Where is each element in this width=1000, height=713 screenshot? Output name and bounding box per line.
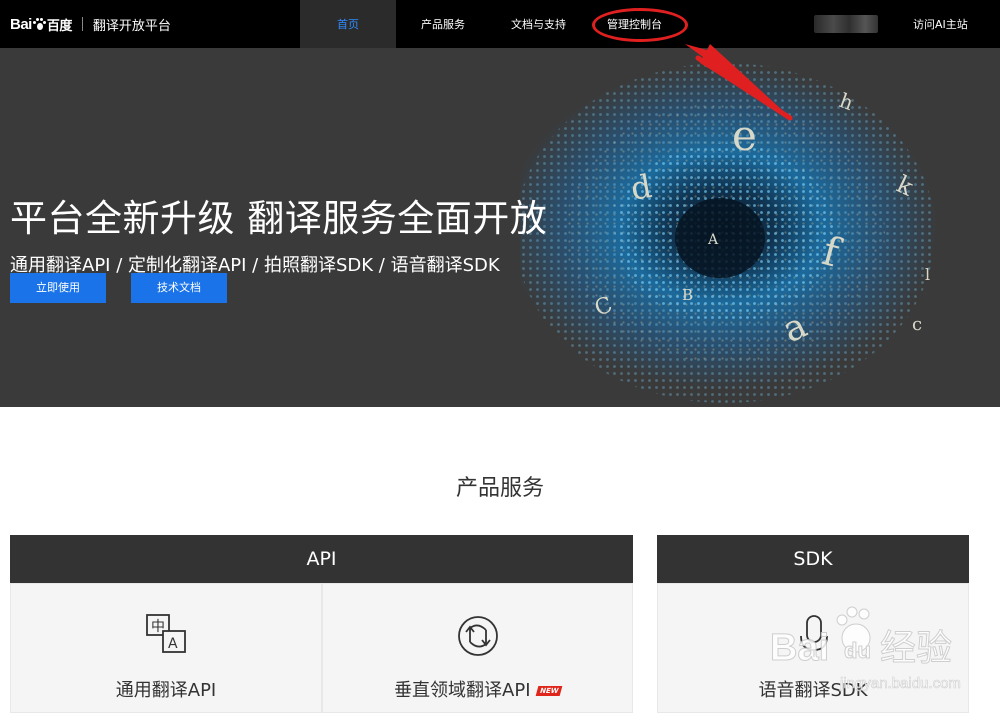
watermark-jingyan: 经验 <box>880 628 952 669</box>
sync-icon <box>458 616 498 656</box>
baidu-jingyan-watermark: Bai du 经验 jingyan.baidu.com <box>770 606 961 692</box>
card-label-general-api: 通用翻译API <box>115 680 217 701</box>
products-section-title: 产品服务 <box>455 476 544 501</box>
sdk-panel-header: SDK <box>657 535 969 583</box>
watermark-url: jingyan.baidu.com <box>839 675 961 692</box>
card-label-vertical-api-text: 垂直领域翻译API <box>394 680 531 701</box>
api-panel-header: API <box>10 535 633 583</box>
translate-icon: 中 A <box>146 614 186 653</box>
product-card-vertical-api[interactable]: 垂直领域翻译API NEW <box>322 583 633 713</box>
new-badge: NEW <box>535 686 563 696</box>
translate-icon-en: A <box>168 636 178 652</box>
translate-icon-zh: 中 <box>151 619 165 635</box>
watermark-du: du <box>844 638 871 663</box>
card-label-vertical-api: 垂直领域翻译API NEW <box>323 676 632 702</box>
watermark-bai: Bai <box>770 627 829 669</box>
product-card-general-api[interactable]: 中 A 通用翻译API <box>10 583 322 713</box>
